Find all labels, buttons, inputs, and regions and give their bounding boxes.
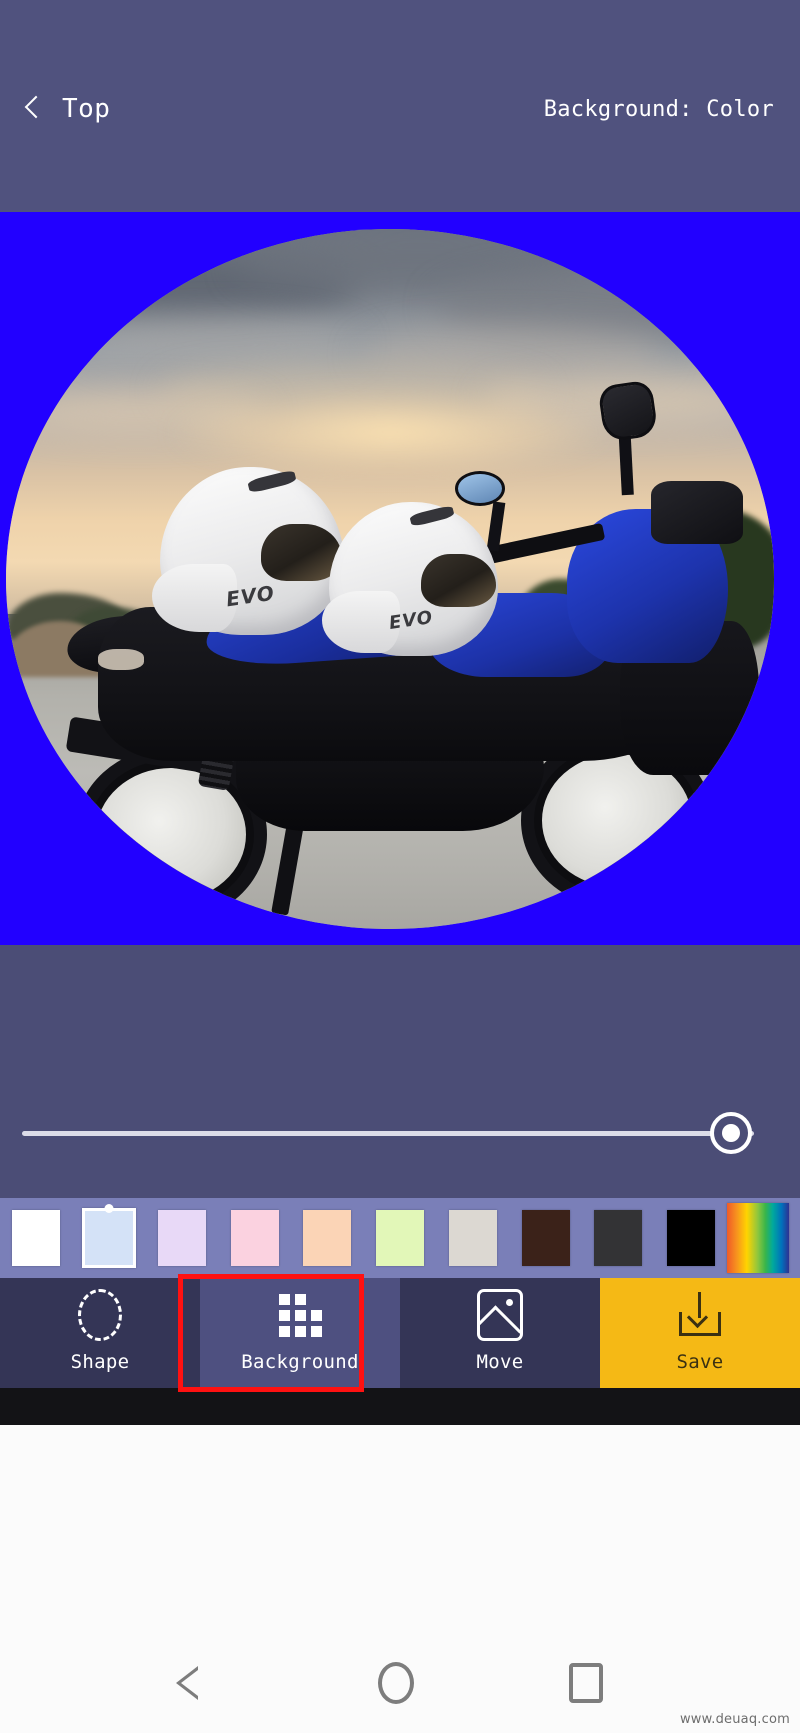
swatch-light-blue[interactable] [82,1208,137,1268]
user-photo: EVO EVO [6,229,774,929]
download-icon [677,1292,723,1337]
swatch-beige[interactable] [448,1210,497,1266]
tab-move-label: Move [476,1351,524,1373]
back-triangle-icon[interactable] [175,1663,223,1703]
indicator-light [98,649,145,670]
page-title: Top [62,94,111,124]
screen-edge-strip [0,1388,800,1425]
helmet-brand-label: EVO [388,607,435,635]
swatch-dark-brown[interactable] [521,1210,570,1266]
swatch-item-selected[interactable] [73,1198,146,1278]
swatch-item[interactable] [0,1198,73,1278]
swatch-peach[interactable] [303,1210,352,1266]
circle-shape-mask[interactable]: EVO EVO [6,229,774,929]
swatch-black[interactable] [666,1210,715,1266]
swatch-rainbow[interactable] [727,1203,790,1273]
dashboard [651,481,744,544]
swatch-item[interactable] [364,1198,437,1278]
app-header: Top Background: Color [0,0,800,212]
app-root: Top Background: Color EVO EVO Shape Back… [0,0,800,1733]
swatch-item[interactable] [291,1198,364,1278]
tab-save-label: Save [676,1351,724,1373]
grid-icon [278,1293,322,1337]
swatch-item[interactable] [655,1198,728,1278]
tab-background[interactable]: Background [200,1278,400,1388]
swatch-white[interactable] [12,1210,61,1266]
photo-icon [477,1289,523,1341]
helmet-brand-label: EVO [224,580,277,612]
swatch-item[interactable] [727,1198,800,1278]
helmet-vent [408,504,455,528]
swatch-item[interactable] [145,1198,218,1278]
size-slider-track[interactable] [22,1131,754,1136]
helmet-visor [421,554,496,607]
tab-save[interactable]: Save [600,1278,800,1388]
size-slider-row [0,1108,800,1158]
watermark: www.deuaq.com [679,1712,790,1727]
bottom-toolbar: Shape Background Move Save [0,1278,800,1388]
swatch-item[interactable] [218,1198,291,1278]
tab-shape[interactable]: Shape [0,1278,200,1388]
helmet-vent [247,469,297,495]
selection-dot-icon [104,1204,114,1213]
mirror-glass [597,379,659,443]
chevron-left-icon[interactable] [22,92,44,126]
swatch-item[interactable] [436,1198,509,1278]
editor-canvas[interactable]: EVO EVO [0,212,800,945]
header-left-group: Top [22,86,110,126]
size-slider-thumb[interactable] [710,1112,752,1154]
swatch-light-green[interactable] [376,1210,425,1266]
controls-panel [0,945,800,1198]
swatch-item[interactable] [582,1198,655,1278]
tab-background-label: Background [241,1351,359,1373]
swatch-lavender[interactable] [157,1210,206,1266]
tab-shape-label: Shape [70,1351,130,1373]
swatch-pink[interactable] [230,1210,279,1266]
dashed-circle-icon [78,1289,122,1341]
home-circle-icon[interactable] [377,1662,414,1704]
mirror-glass [455,470,506,506]
swatch-dark-gray[interactable] [594,1210,643,1266]
tab-move[interactable]: Move [400,1278,600,1388]
swatch-item[interactable] [509,1198,582,1278]
background-mode-label[interactable]: Background: Color [544,91,774,122]
color-palette[interactable] [0,1198,800,1278]
recents-square-icon[interactable] [568,1663,603,1703]
